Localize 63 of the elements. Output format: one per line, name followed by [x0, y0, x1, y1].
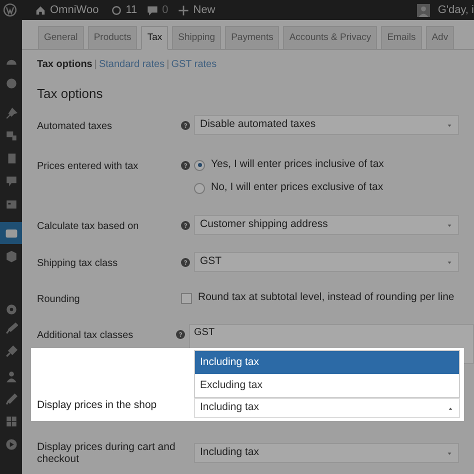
radio-label: Yes, I will enter prices inclusive of tax: [211, 157, 384, 172]
separator: |: [166, 58, 170, 72]
dropdown-option[interactable]: Excluding tax: [195, 374, 459, 397]
setting-label: Shipping tax class: [37, 257, 119, 271]
caret-icon: [446, 122, 453, 128]
select-field[interactable]: Including tax: [194, 398, 460, 418]
tab[interactable]: Shipping: [172, 26, 222, 50]
tab[interactable]: Adv: [426, 26, 454, 50]
setting-label: Display prices during cart and checkout: [37, 441, 176, 465]
store-icon: [4, 226, 18, 240]
updates-link[interactable]: 11: [110, 2, 138, 18]
section-link[interactable]: GST rates: [171, 56, 217, 72]
caret-icon: [446, 258, 453, 266]
grid-icon: [4, 414, 18, 428]
account-link[interactable]: G'day, i: [438, 2, 474, 18]
setting-label: Additional tax classes: [37, 329, 134, 343]
play-icon: [4, 438, 18, 450]
tab[interactable]: Tax: [141, 26, 168, 50]
checkbox[interactable]: [181, 292, 192, 304]
comments-link[interactable]: 0: [147, 2, 168, 18]
home-icon: [35, 4, 46, 16]
select-field[interactable]: GST: [194, 252, 459, 272]
select-field[interactable]: Customer shipping address: [194, 215, 459, 235]
setting-label: Automated taxes: [37, 120, 114, 134]
new-link[interactable]: New: [178, 2, 216, 18]
wordpress-logo-icon: [3, 3, 17, 17]
select-field[interactable]: Disable automated taxes: [194, 115, 459, 135]
pin-icon: [4, 106, 18, 120]
tab[interactable]: Payments: [225, 26, 280, 50]
setting-label: Prices entered with tax: [37, 160, 140, 174]
setting-label: Display prices in the shop: [37, 398, 158, 414]
dropdown-option[interactable]: Including tax: [195, 351, 459, 374]
tab[interactable]: Accounts & Privacy: [283, 26, 378, 50]
tab[interactable]: General: [38, 26, 84, 50]
radio-label: No, I will enter prices exclusive of tax: [211, 180, 384, 196]
separator: |: [93, 58, 98, 72]
tab[interactable]: Products: [88, 26, 138, 50]
checkbox-label: Round tax at subtotal level, instead of rounding per line: [198, 290, 454, 306]
section-link[interactable]: Standard rates: [98, 56, 165, 72]
form-icon: [4, 198, 18, 210]
tab[interactable]: Emails: [381, 26, 422, 50]
select-field[interactable]: Including tax: [194, 443, 459, 463]
wrench-icon: [4, 392, 18, 406]
plus-icon: [178, 4, 190, 16]
speech-bubble-icon: [147, 4, 158, 16]
radio-button[interactable]: [194, 182, 205, 194]
avatar-icon: [416, 4, 430, 16]
setting-label: Calculate tax based on: [37, 220, 140, 234]
setting-label: Rounding: [37, 293, 81, 307]
caret-icon: [446, 222, 453, 228]
speech-bubble-icon: [4, 174, 18, 188]
section-heading: Tax options: [36, 85, 104, 100]
section-link[interactable]: Tax options: [37, 56, 92, 72]
brush-icon: [4, 322, 18, 334]
refresh-icon: [110, 4, 122, 16]
radio-button[interactable]: [194, 160, 205, 170]
menu-item[interactable]: [0, 222, 22, 244]
gear-icon: [4, 302, 18, 316]
user-icon: [4, 370, 18, 382]
plug-icon: [4, 344, 18, 358]
site-link[interactable]: OmniWoo: [35, 2, 99, 18]
caret-icon: [446, 450, 453, 456]
media-icon: [4, 128, 18, 142]
